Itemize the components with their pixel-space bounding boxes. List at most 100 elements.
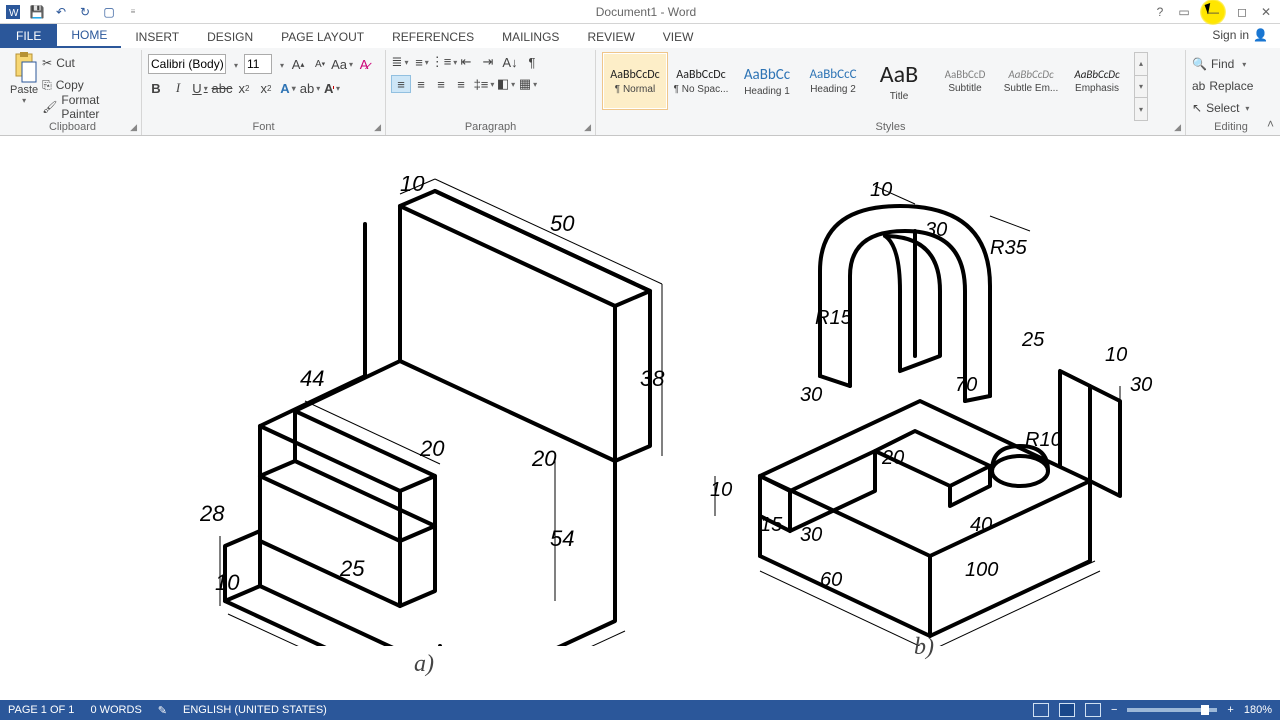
quick-access-toolbar: W 💾 ↶ ↻ ▢ ≡ xyxy=(0,5,140,19)
cut-button[interactable]: ✂Cut xyxy=(42,54,135,72)
tab-file[interactable]: FILE xyxy=(0,24,57,48)
clear-format-icon[interactable]: A̷ xyxy=(356,56,372,72)
text-effects-icon[interactable]: A xyxy=(280,80,296,96)
outdent-icon[interactable]: ⇤ xyxy=(458,54,474,70)
close-button[interactable]: ✕ xyxy=(1258,4,1274,20)
cut-icon: ✂ xyxy=(42,56,52,70)
format-painter-button[interactable]: 🖌Format Painter xyxy=(42,98,135,116)
paragraph-launcher-icon[interactable]: ◢ xyxy=(584,122,591,133)
group-paragraph: ≣ ≡ ⋮≡ ⇤ ⇥ A↓ ¶ ≡ ≡ ≡ ≡ ‡≡ ◧ ▦ Paragraph xyxy=(386,50,596,135)
style-emphasis[interactable]: AaBbCcDcEmphasis xyxy=(1064,52,1130,110)
style-subtitle[interactable]: AaBbCcDSubtitle xyxy=(932,52,998,110)
tab-design[interactable]: DESIGN xyxy=(193,26,267,48)
font-size-dropdown-icon[interactable] xyxy=(278,57,284,71)
subscript-button[interactable]: x2 xyxy=(236,80,252,96)
user-icon: 👤 xyxy=(1253,28,1268,42)
multilevel-icon[interactable]: ⋮≡ xyxy=(436,54,452,70)
superscript-button[interactable]: x2 xyxy=(258,80,274,96)
tab-view[interactable]: VIEW xyxy=(649,26,708,48)
help-icon[interactable]: ? xyxy=(1152,4,1168,20)
collapse-ribbon-icon[interactable]: ˄ xyxy=(1267,117,1274,131)
underline-button[interactable]: U xyxy=(192,80,208,96)
style-subtle-em-[interactable]: AaBbCcDcSubtle Em... xyxy=(998,52,1064,110)
replace-button[interactable]: abReplace xyxy=(1192,76,1253,96)
styles-gallery[interactable]: AaBbCcDc¶ NormalAaBbCcDc¶ No Spac...AaBb… xyxy=(602,52,1130,121)
undo-icon[interactable]: ↶ xyxy=(54,5,68,19)
tab-review[interactable]: REVIEW xyxy=(573,26,648,48)
svg-text:10: 10 xyxy=(215,570,240,595)
align-left-icon[interactable]: ≡ xyxy=(392,76,410,92)
change-case-icon[interactable]: Aa xyxy=(334,56,350,72)
copy-button[interactable]: ⎘Copy xyxy=(42,76,135,94)
highlight-icon[interactable]: ab xyxy=(302,80,318,96)
ribbon-options-icon[interactable]: ▭ xyxy=(1176,4,1192,20)
tab-page-layout[interactable]: PAGE LAYOUT xyxy=(267,26,378,48)
font-name-dropdown-icon[interactable] xyxy=(232,57,238,71)
grow-font-icon[interactable]: A▴ xyxy=(290,56,306,72)
page-indicator[interactable]: PAGE 1 OF 1 xyxy=(8,704,74,716)
line-spacing-icon[interactable]: ‡≡ xyxy=(476,76,492,92)
find-button[interactable]: 🔍Find▾ xyxy=(1192,54,1246,74)
borders-icon[interactable]: ▦ xyxy=(520,76,536,92)
font-size-combo[interactable] xyxy=(244,54,272,74)
svg-text:30: 30 xyxy=(1130,374,1152,396)
paste-icon xyxy=(10,52,38,84)
svg-text:100: 100 xyxy=(965,559,998,581)
style-title[interactable]: AaBTitle xyxy=(866,52,932,110)
zoom-in-button[interactable]: + xyxy=(1227,704,1233,716)
svg-text:30: 30 xyxy=(800,524,822,546)
qat-more-icon[interactable]: ≡ xyxy=(126,5,140,19)
style--normal[interactable]: AaBbCcDc¶ Normal xyxy=(602,52,668,110)
tab-references[interactable]: REFERENCES xyxy=(378,26,488,48)
language-indicator[interactable]: ENGLISH (UNITED STATES) xyxy=(183,704,327,716)
indent-icon[interactable]: ⇥ xyxy=(480,54,496,70)
minimize-button[interactable]: — xyxy=(1200,0,1226,25)
bold-button[interactable]: B xyxy=(148,80,164,96)
styles-launcher-icon[interactable]: ◢ xyxy=(1174,122,1181,133)
web-layout-icon[interactable] xyxy=(1085,703,1101,717)
font-launcher-icon[interactable]: ◢ xyxy=(374,122,381,133)
save-icon[interactable]: 💾 xyxy=(30,5,44,19)
tab-home[interactable]: HOME xyxy=(57,24,121,48)
numbering-icon[interactable]: ≡ xyxy=(414,54,430,70)
paste-button[interactable]: Paste ▾ xyxy=(10,52,38,105)
font-color-icon[interactable]: A xyxy=(324,80,340,96)
select-button[interactable]: ↖Select▾ xyxy=(1192,98,1249,118)
zoom-level[interactable]: 180% xyxy=(1244,704,1272,716)
italic-button[interactable]: I xyxy=(170,80,186,96)
tab-mailings[interactable]: MAILINGS xyxy=(488,26,573,48)
redo-icon[interactable]: ↻ xyxy=(78,5,92,19)
read-mode-icon[interactable] xyxy=(1033,703,1049,717)
maximize-button[interactable]: ◻ xyxy=(1234,4,1250,20)
window-controls: ? ▭ — ◻ ✕ xyxy=(1152,0,1280,25)
showmarks-icon[interactable]: ¶ xyxy=(524,54,540,70)
justify-icon[interactable]: ≡ xyxy=(452,76,470,92)
svg-text:44: 44 xyxy=(300,366,324,391)
style-heading-1[interactable]: AaBbCcHeading 1 xyxy=(734,52,800,110)
shading-icon[interactable]: ◧ xyxy=(498,76,514,92)
styles-scroll[interactable]: ▴▾▾ xyxy=(1134,52,1148,121)
sign-in-link[interactable]: Sign in 👤 xyxy=(1212,28,1268,42)
svg-text:10: 10 xyxy=(710,479,732,501)
align-center-icon[interactable]: ≡ xyxy=(412,76,430,92)
tab-insert[interactable]: INSERT xyxy=(121,26,193,48)
style--no-spac-[interactable]: AaBbCcDc¶ No Spac... xyxy=(668,52,734,110)
new-doc-icon[interactable]: ▢ xyxy=(102,5,116,19)
align-right-icon[interactable]: ≡ xyxy=(432,76,450,92)
clipboard-launcher-icon[interactable]: ◢ xyxy=(130,122,137,133)
document-area[interactable]: 10 50 38 44 20 20 54 28 25 10 a) xyxy=(0,136,1280,700)
zoom-out-button[interactable]: − xyxy=(1111,704,1117,716)
zoom-slider[interactable] xyxy=(1127,708,1217,712)
word-count[interactable]: 0 WORDS xyxy=(90,704,141,716)
print-layout-icon[interactable] xyxy=(1059,703,1075,717)
font-name-combo[interactable] xyxy=(148,54,226,74)
shrink-font-icon[interactable]: A▾ xyxy=(312,56,328,72)
svg-text:10: 10 xyxy=(400,176,425,196)
bullets-icon[interactable]: ≣ xyxy=(392,54,408,70)
drawing-b: 10 30 R35 R15 25 70 30 10 30 10 R10 20 4… xyxy=(690,176,1170,646)
sort-icon[interactable]: A↓ xyxy=(502,54,518,70)
style-heading-2[interactable]: AaBbCcCHeading 2 xyxy=(800,52,866,110)
proofing-icon[interactable]: ✎ xyxy=(158,704,167,717)
strike-button[interactable]: abc xyxy=(214,80,230,96)
replace-icon: ab xyxy=(1192,79,1205,93)
